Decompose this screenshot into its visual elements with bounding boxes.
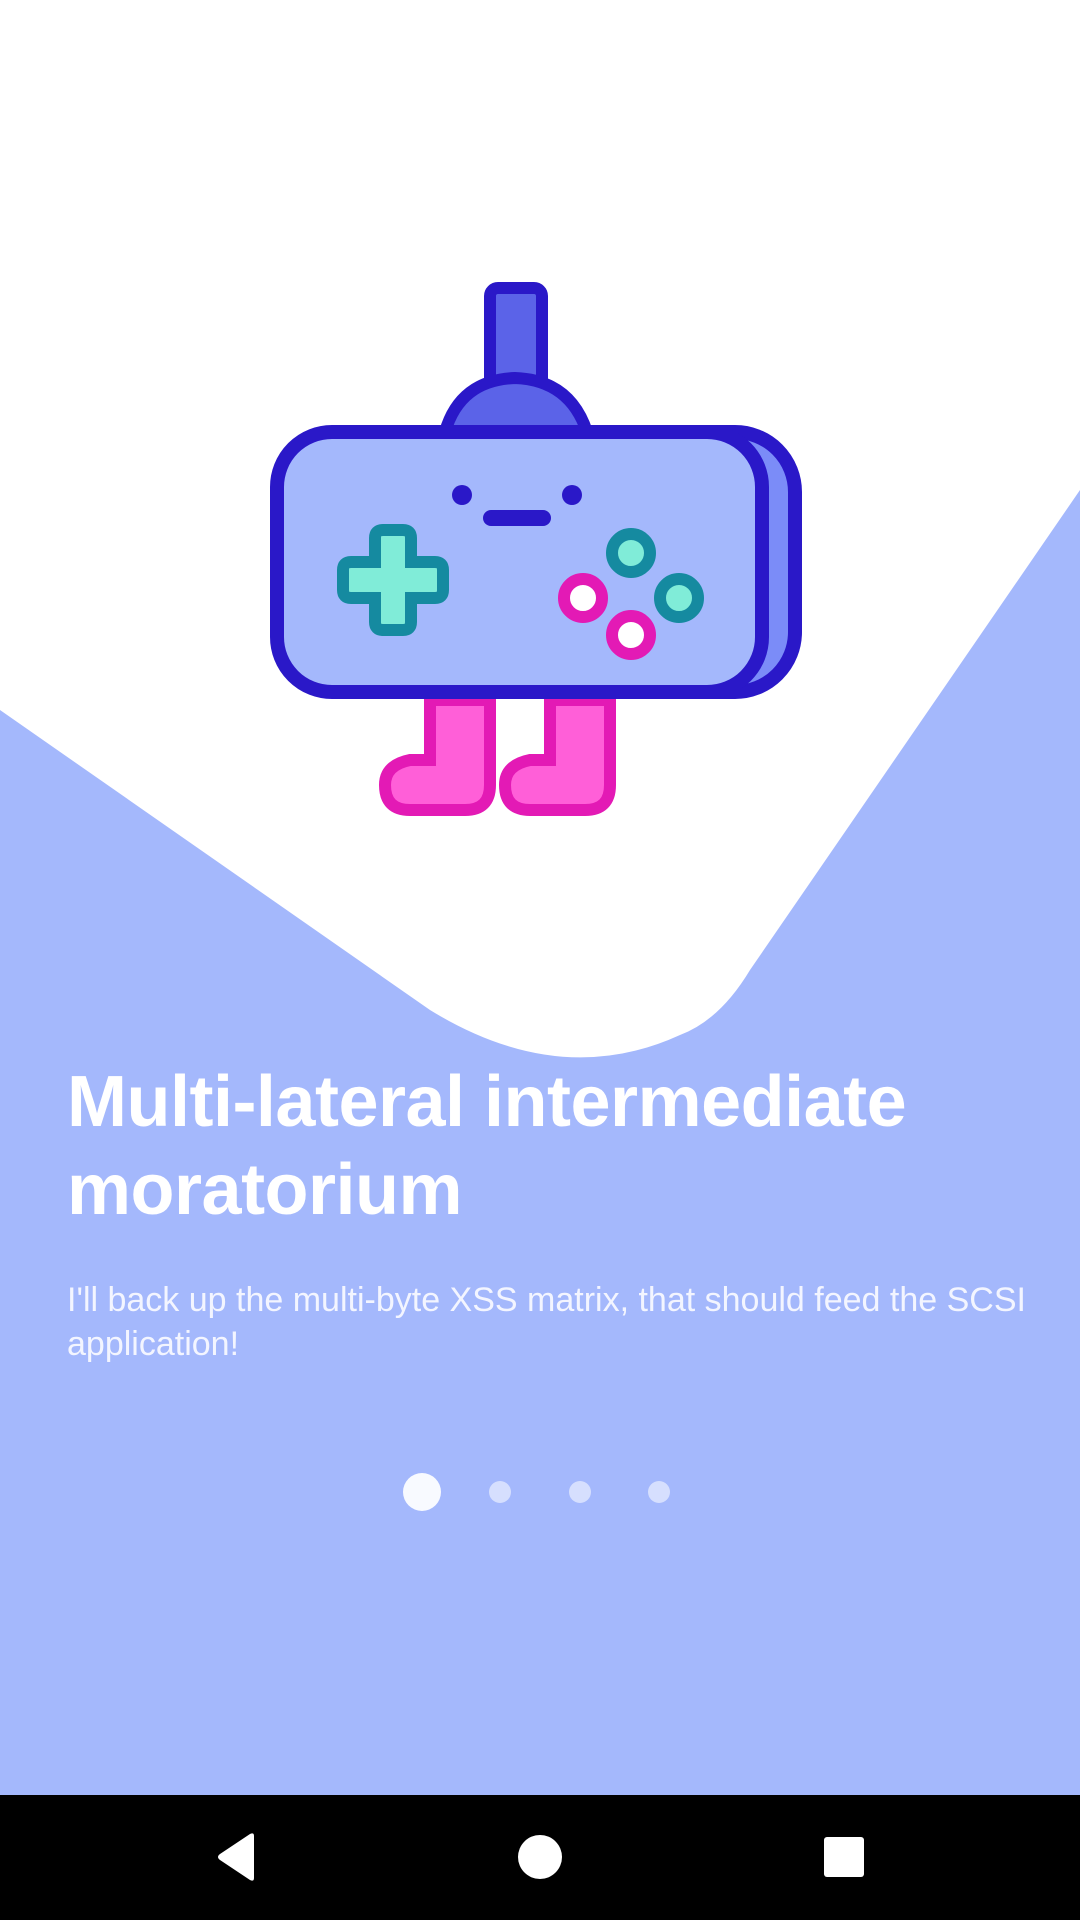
system-navigation-bar [0,1795,1080,1920]
onboarding-subtitle: I'll back up the multi-byte XSS matrix, … [67,1281,1026,1363]
page-dot-3[interactable] [569,1481,591,1503]
page-dot-4[interactable] [648,1481,670,1503]
recents-button[interactable] [812,1825,876,1889]
home-circle-icon [518,1835,562,1879]
back-triangle-icon [218,1833,254,1881]
back-button[interactable] [204,1825,268,1889]
onboarding-text: Multi-lateral intermediate moratorium I'… [67,1058,1027,1366]
gamepad-robot-icon [270,282,802,816]
home-button[interactable] [508,1825,572,1889]
recents-square-icon [824,1837,864,1877]
background-panel [0,490,1080,1795]
page-dot-2[interactable] [489,1481,511,1503]
onboarding-screen: Multi-lateral intermediate moratorium I'… [0,0,1080,1920]
onboarding-title: Multi-lateral intermediate moratorium [67,1062,907,1230]
page-indicator[interactable] [0,1472,1080,1512]
page-dot-1[interactable] [403,1473,441,1511]
